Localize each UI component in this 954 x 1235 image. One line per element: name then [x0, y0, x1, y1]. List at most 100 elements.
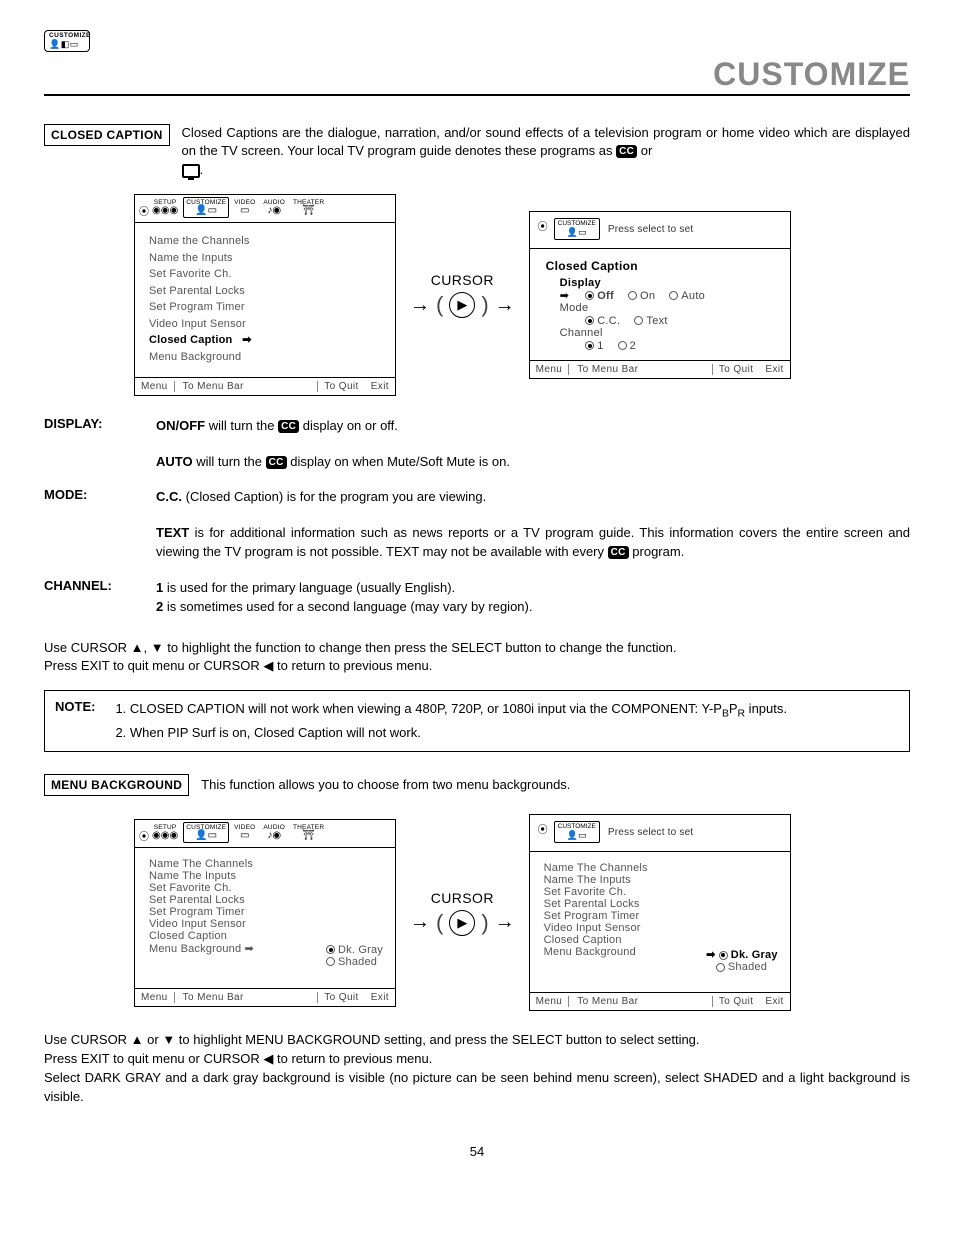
arrow-right-icon: → — [410, 294, 430, 317]
menu-item[interactable]: Video Input Sensor — [544, 922, 778, 934]
def-display-label: DISPLAY: — [44, 416, 156, 436]
tab-customize[interactable]: CUSTOMIZE👤▭ — [183, 197, 229, 218]
tab-theater[interactable]: THEATER⛩ — [290, 197, 327, 218]
panel-header: ⦿ CUSTOMIZE👤▭ Press select to set — [530, 212, 790, 249]
cc-channel-label: Channel — [546, 327, 774, 339]
menu-tabs: ⦿ SETUP◉◉◉ CUSTOMIZE👤▭ VIDEO▭ AUDIO♪◉ TH… — [135, 195, 395, 223]
option-on[interactable]: On — [628, 290, 655, 302]
cc-display-options: ➡ Off On Auto — [546, 289, 774, 302]
menu-item[interactable]: Menu Background — [149, 349, 381, 366]
tab-customize[interactable]: CUSTOMIZE👤▭ — [554, 821, 600, 843]
footer-menu[interactable]: Menu — [536, 364, 570, 375]
customize-menu-panel-3: ⦿ SETUP◉◉◉ CUSTOMIZE👤▭ VIDEO▭ AUDIO♪◉ TH… — [134, 819, 396, 1007]
menu-item[interactable]: Closed Caption — [544, 934, 778, 946]
menu-panel-body: Name The Channels Name The Inputs Set Fa… — [530, 852, 790, 992]
tab-audio[interactable]: AUDIO♪◉ — [260, 197, 288, 218]
tab-audio[interactable]: AUDIO♪◉ — [260, 822, 288, 843]
footer-to-quit: To Quit — [317, 992, 364, 1003]
tab-video[interactable]: VIDEO▭ — [231, 197, 258, 218]
menu-item[interactable]: Set Parental Locks — [544, 898, 778, 910]
nav-dot-icon: ⦿ — [538, 821, 546, 836]
menu-background-intro: This function allows you to choose from … — [201, 776, 910, 795]
menu-item[interactable]: Video Input Sensor — [149, 918, 383, 930]
cc-mode-label: Mode — [546, 302, 774, 314]
def-mode-text: TEXT is for additional information such … — [156, 523, 910, 562]
option-dk-gray[interactable]: ➡ Dk. Gray — [706, 948, 778, 961]
cc-intro-text-a: Closed Captions are the dialogue, narrat… — [182, 125, 910, 159]
def-display-onoff: ON/OFF will turn the CC display on or of… — [156, 416, 910, 436]
tab-theater[interactable]: THEATER⛩ — [290, 822, 327, 843]
cc-icon: CC — [608, 546, 629, 559]
option-channel-1[interactable]: 1 — [585, 340, 603, 352]
menu-item[interactable]: Name The Channels — [149, 858, 383, 870]
header-badge: CUSTOMIZE 👤◧▭ — [44, 30, 90, 52]
cc-intro-text-b: or — [641, 143, 653, 158]
tab-setup[interactable]: SETUP◉◉◉ — [149, 822, 181, 843]
option-shaded[interactable]: Shaded — [326, 956, 383, 968]
cc-options-body: Closed Caption Display ➡ Off On Auto Mod… — [530, 249, 790, 360]
menu-item[interactable]: Video Input Sensor — [149, 316, 381, 333]
menu-tabs: ⦿ SETUP◉◉◉ CUSTOMIZE👤▭ VIDEO▭ AUDIO♪◉ TH… — [135, 820, 395, 848]
menu-item[interactable]: Set Parental Locks — [149, 283, 381, 300]
footer-menu[interactable]: Menu — [536, 996, 570, 1007]
footer-to-quit: To Quit — [712, 364, 759, 375]
menu-background-options: ➡ Dk. Gray Shaded — [706, 948, 778, 973]
panel-header: ⦿ CUSTOMIZE👤▭ Press select to set — [530, 815, 790, 852]
footer-exit[interactable]: Exit — [759, 996, 783, 1007]
nav-dot-icon: ⦿ — [139, 203, 147, 218]
arrow-right-icon: → — [495, 911, 515, 934]
option-shaded[interactable]: Shaded — [706, 961, 778, 973]
menu-panel-body: Name the Channels Name the Inputs Set Fa… — [135, 223, 395, 377]
cc-channel-options: ➡ 1 2 — [546, 339, 774, 352]
panel-hint: Press select to set — [608, 224, 694, 235]
menu-item[interactable]: Set Favorite Ch. — [544, 886, 778, 898]
menu-item[interactable]: Name The Inputs — [544, 874, 778, 886]
menu-item[interactable]: Name the Channels — [149, 233, 381, 250]
menu-item[interactable]: Set Program Timer — [149, 906, 383, 918]
menu-item[interactable]: Set Parental Locks — [149, 894, 383, 906]
nav-dot-icon: ⦿ — [139, 828, 147, 843]
menu-item[interactable]: Set Favorite Ch. — [149, 882, 383, 894]
footer-menu[interactable]: Menu — [141, 381, 175, 392]
menu-item[interactable]: Name The Channels — [544, 862, 778, 874]
option-auto[interactable]: Auto — [669, 290, 705, 302]
note-body: 1. CLOSED CAPTION will not work when vie… — [115, 699, 899, 743]
menu-item[interactable]: Set Program Timer — [149, 299, 381, 316]
def-mode-label: MODE: — [44, 487, 156, 507]
option-dk-gray[interactable]: Dk. Gray — [326, 944, 383, 956]
cc-options-title: Closed Caption — [546, 259, 774, 273]
menu-item[interactable]: Set Program Timer — [544, 910, 778, 922]
footer-exit[interactable]: Exit — [759, 364, 783, 375]
option-channel-2[interactable]: 2 — [618, 340, 636, 352]
menu-background-options: Dk. Gray Shaded — [326, 944, 383, 968]
footer-exit[interactable]: Exit — [365, 381, 389, 392]
footer-exit[interactable]: Exit — [365, 992, 389, 1003]
menu-item[interactable]: Name The Inputs — [149, 870, 383, 882]
note-label: NOTE: — [55, 699, 95, 743]
pointer-icon: ➡ — [560, 289, 570, 302]
cursor-label: CURSOR — [431, 272, 494, 288]
menu-item[interactable]: Name the Inputs — [149, 250, 381, 267]
cc-icon: CC — [616, 145, 637, 158]
option-cc[interactable]: C.C. — [585, 315, 620, 327]
note-box: NOTE: 1. CLOSED CAPTION will not work wh… — [44, 690, 910, 752]
cursor-label: CURSOR — [431, 890, 494, 906]
menu-panel-footer: Menu To Menu Bar To Quit Exit — [135, 377, 395, 395]
menu-item-selected[interactable]: Closed Caption ➡ — [149, 332, 381, 349]
tab-customize[interactable]: CUSTOMIZE👤▭ — [183, 822, 229, 843]
option-off[interactable]: Off — [585, 290, 614, 302]
arrow-right-icon: → — [495, 294, 515, 317]
menu-background-panel: ⦿ CUSTOMIZE👤▭ Press select to set Name T… — [529, 814, 791, 1011]
cursor-indicator: CURSOR → ( ▶ ) → — [410, 890, 515, 936]
menu-panel-footer: Menu To Menu Bar To Quit Exit — [530, 360, 790, 378]
menu-item[interactable]: Closed Caption — [149, 930, 383, 942]
tab-video[interactable]: VIDEO▭ — [231, 822, 258, 843]
tab-customize[interactable]: CUSTOMIZE👤▭ — [554, 218, 600, 240]
closed-caption-options-panel: ⦿ CUSTOMIZE👤▭ Press select to set Closed… — [529, 211, 791, 379]
cc-mode-options: ➡ C.C. Text — [546, 314, 774, 327]
footer-menu[interactable]: Menu — [141, 992, 175, 1003]
tab-setup[interactable]: SETUP◉◉◉ — [149, 197, 181, 218]
footer-to-quit: To Quit — [712, 996, 759, 1007]
menu-item[interactable]: Set Favorite Ch. — [149, 266, 381, 283]
option-text[interactable]: Text — [634, 315, 667, 327]
